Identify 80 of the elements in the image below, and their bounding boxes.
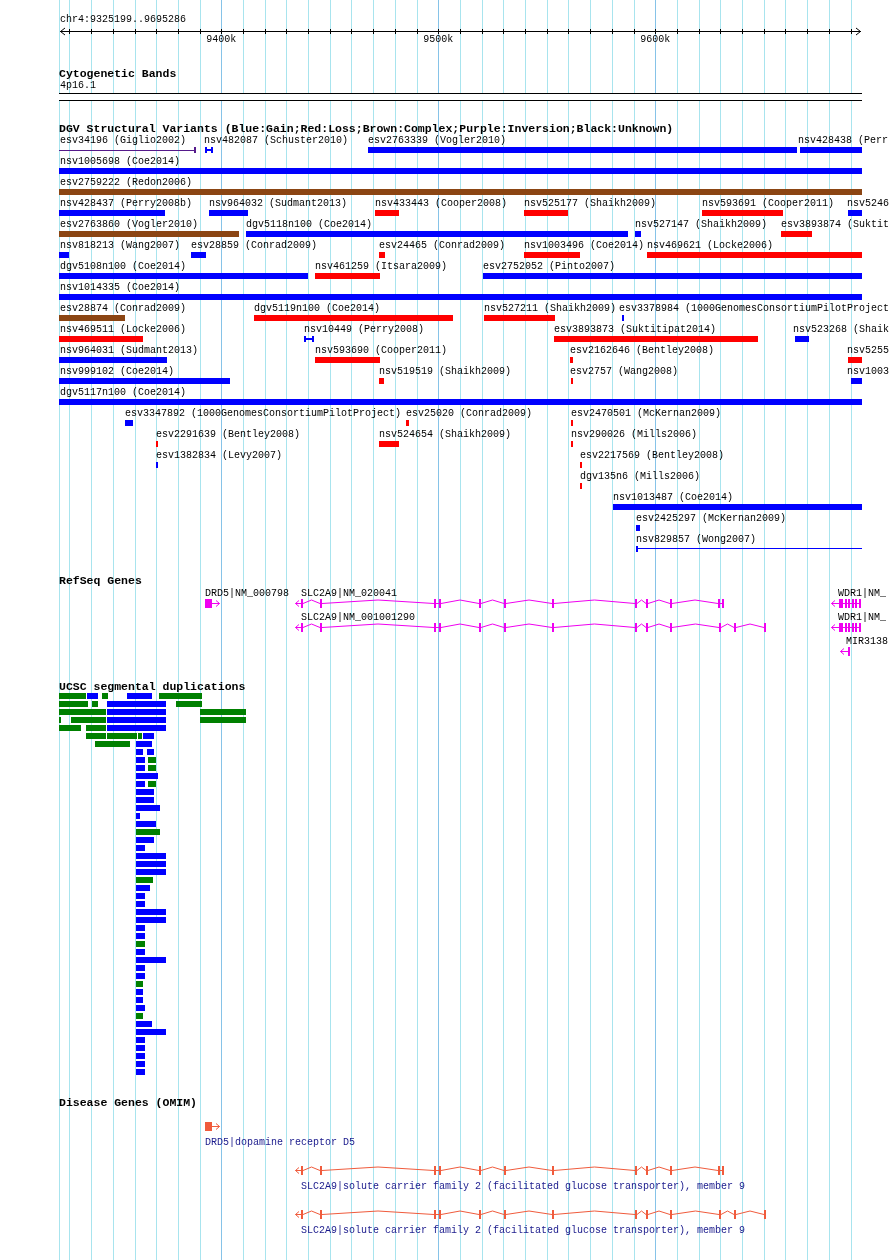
variant-label: nsv527147 (Shaikh2009) bbox=[635, 219, 768, 230]
variant-label: esv2162646 (Bentley2008) bbox=[570, 345, 715, 356]
variant-label: esv25020 (Conrad2009) bbox=[406, 408, 533, 419]
track-title: Disease Genes (OMIM) bbox=[59, 1097, 198, 1109]
gene-model-drawing bbox=[205, 598, 220, 609]
variant-label: nsv5255 bbox=[847, 345, 889, 356]
variant-label: nsv1014335 (Coe2014) bbox=[60, 282, 181, 293]
variant-label: esv2759222 (Redon2006) bbox=[60, 177, 193, 188]
variant-label: nsv818213 (Wang2007) bbox=[60, 240, 181, 251]
variant-label: nsv1003496 (Coe2014) bbox=[524, 240, 645, 251]
variant-label: nsv482087 (Schuster2010) bbox=[204, 135, 349, 146]
variant-label: esv2752052 (Pinto2007) bbox=[483, 261, 616, 272]
gene-label: SLC2A9|NM_001001290 bbox=[301, 612, 416, 623]
variant-label: nsv525177 (Shaikh2009) bbox=[524, 198, 657, 209]
tick-label: 9400k bbox=[206, 34, 237, 46]
variant-label: nsv461259 (Itsara2009) bbox=[315, 261, 448, 272]
variant-label: nsv999102 (Coe2014) bbox=[60, 366, 175, 377]
variant-label: dgv135n6 (Mills2006) bbox=[580, 471, 701, 482]
disease-gene-label: SLC2A9|solute carrier family 2 (facilitated glucose transporter), member 9 bbox=[301, 1181, 746, 1192]
gene-label: MIR3138 bbox=[846, 636, 888, 647]
gene-label: DRD5|NM_000798 bbox=[205, 588, 289, 599]
track-title: RefSeq Genes bbox=[59, 575, 142, 587]
gene-label: SLC2A9|NM_020041 bbox=[301, 588, 397, 599]
position-label: chr4:9325199..9695286 bbox=[60, 14, 187, 26]
variant-label: nsv829857 (Wong2007) bbox=[636, 534, 757, 545]
tick-label: 9600k bbox=[640, 34, 671, 46]
variant-label: dgv5118n100 (Coe2014) bbox=[246, 219, 373, 230]
variant-label: nsv964031 (Sudmant2013) bbox=[60, 345, 199, 356]
variant-label: nsv1003 bbox=[847, 366, 889, 377]
gene-label: WDR1|NM_ bbox=[838, 588, 886, 599]
variant-label: esv3378984 (1000GenomesConsortiumPilotProject bbox=[619, 303, 890, 314]
variant-label: nsv469621 (Locke2006) bbox=[647, 240, 774, 251]
variant-label: dgv5119n100 (Coe2014) bbox=[254, 303, 381, 314]
variant-label: esv1382834 (Levy2007) bbox=[156, 450, 283, 461]
gene-model-drawing bbox=[205, 1121, 220, 1132]
gene-model-drawing bbox=[831, 622, 863, 633]
track-title: DGV Structural Variants (Blue:Gain;Red:Loss;Brown:Complex;Purple:Inversion;Black:Unknown) bbox=[59, 123, 674, 135]
variant-label: nsv593691 (Cooper2011) bbox=[702, 198, 835, 209]
variant-label: nsv519519 (Shaikh2009) bbox=[379, 366, 512, 377]
variant-label: nsv593690 (Cooper2011) bbox=[315, 345, 448, 356]
variant-label: nsv290026 (Mills2006) bbox=[571, 429, 698, 440]
gene-model-drawing bbox=[831, 598, 863, 609]
variant-label: nsv5246 bbox=[847, 198, 889, 209]
variant-label: esv2763860 (Vogler2010) bbox=[60, 219, 199, 230]
variant-label: esv2470501 (McKernan2009) bbox=[571, 408, 722, 419]
variant-label: nsv433443 (Cooper2008) bbox=[375, 198, 508, 209]
variant-label: esv2757 (Wang2008) bbox=[570, 366, 679, 377]
variant-label: esv3893874 (Suktit bbox=[781, 219, 890, 230]
variant-label: nsv523268 (Shaik bbox=[793, 324, 889, 335]
variant-label: esv2763339 (Vogler2010) bbox=[368, 135, 507, 146]
band-label: 4p16.1 bbox=[60, 80, 96, 92]
variant-label: esv3347892 (1000GenomesConsortiumPilotProject) bbox=[125, 408, 402, 419]
disease-gene-label: SLC2A9|solute carrier family 2 (facilitated glucose transporter), member 9 bbox=[301, 1225, 746, 1236]
track-title: UCSC segmental duplications bbox=[59, 681, 246, 693]
track-title: Cytogenetic Bands bbox=[59, 68, 177, 80]
variant-bar bbox=[304, 336, 314, 342]
variant-bar bbox=[205, 147, 213, 153]
variant-label: nsv1013487 (Coe2014) bbox=[613, 492, 734, 503]
variant-label: esv28874 (Conrad2009) bbox=[60, 303, 187, 314]
tick-label: 9500k bbox=[423, 34, 454, 46]
variant-label: esv34196 (Giglio2002) bbox=[60, 135, 187, 146]
variant-label: esv3893873 (Suktitipat2014) bbox=[554, 324, 717, 335]
variant-label: esv24465 (Conrad2009) bbox=[379, 240, 506, 251]
gene-model-drawing bbox=[840, 646, 851, 657]
variant-label: nsv527211 (Shaikh2009) bbox=[484, 303, 617, 314]
variant-label: nsv964032 (Sudmant2013) bbox=[209, 198, 348, 209]
variant-label: nsv524654 (Shaikh2009) bbox=[379, 429, 512, 440]
variant-label: esv2291639 (Bentley2008) bbox=[156, 429, 301, 440]
variant-label: nsv10449 (Perry2008) bbox=[304, 324, 425, 335]
variant-label: esv2217569 (Bentley2008) bbox=[580, 450, 725, 461]
variant-label: esv2425297 (McKernan2009) bbox=[636, 513, 787, 524]
variant-label: dgv5108n100 (Coe2014) bbox=[60, 261, 187, 272]
variant-label: nsv1005698 (Coe2014) bbox=[60, 156, 181, 167]
gene-label: WDR1|NM_ bbox=[838, 612, 886, 623]
disease-gene-label: DRD5|dopamine receptor D5 bbox=[205, 1137, 356, 1148]
variant-label: nsv428438 (Perr bbox=[798, 135, 888, 146]
variant-label: nsv469511 (Locke2006) bbox=[60, 324, 187, 335]
variant-label: esv28859 (Conrad2009) bbox=[191, 240, 318, 251]
variant-label: nsv428437 (Perry2008b) bbox=[60, 198, 193, 209]
variant-label: dgv5117n100 (Coe2014) bbox=[60, 387, 187, 398]
